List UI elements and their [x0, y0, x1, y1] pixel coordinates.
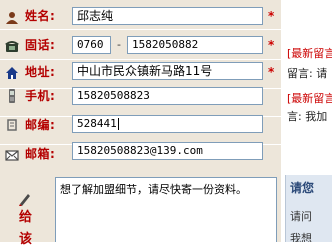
text-caret — [117, 118, 119, 130]
pen-icon — [18, 191, 32, 206]
name-input[interactable]: 邱志纯 — [72, 7, 263, 25]
postcode-value: 528441 — [77, 117, 117, 130]
telephone-icon — [5, 38, 19, 52]
postcode-icon — [5, 117, 19, 131]
required-mark: * — [268, 9, 275, 23]
required-mark: * — [268, 65, 275, 79]
email-input[interactable]: 15820508823@139.com — [72, 142, 263, 160]
inquiry-box-title: 请您 — [290, 181, 315, 195]
latest-message-title[interactable]: [最新留言 — [287, 45, 332, 61]
phone-label: 固话: — [25, 38, 56, 52]
address-row: 地址: 中山市民众镇新马路11号 * — [0, 59, 281, 89]
postcode-label: 邮编: — [25, 118, 56, 132]
postcode-input[interactable]: 528441 — [72, 115, 263, 133]
contact-form: 姓名: 邱志纯 * 固话: 0760 - 1582050882 * 地址: 中山… — [0, 0, 281, 173]
inquiry-box: 请您 请问 我想 — [285, 175, 332, 242]
envelope-icon — [5, 147, 19, 161]
postcode-row: 邮编: 528441 — [0, 115, 281, 145]
mobile-input[interactable]: 15820508823 — [72, 87, 263, 105]
phone-row: 固话: 0760 - 1582050882 * — [0, 30, 281, 60]
message-label-line1: 给 — [19, 210, 33, 225]
email-label: 邮箱: — [25, 147, 56, 161]
message-section: 给 该 想了解加盟细节，请尽快寄一份资料。 — [0, 173, 281, 247]
address-input[interactable]: 中山市民众镇新马路11号 — [72, 62, 263, 80]
latest-messages-panel: [最新留言 留言: 请 [最新留言 言: 我加 请您 请问 我想 — [283, 0, 332, 242]
message-textarea[interactable]: 想了解加盟细节，请尽快寄一份资料。 — [55, 177, 277, 242]
latest-message-text[interactable]: 留言: 请 — [287, 65, 327, 81]
required-mark: * — [268, 38, 275, 52]
inquiry-line[interactable]: 我想 — [290, 230, 312, 242]
area-code-input[interactable]: 0760 — [72, 36, 111, 54]
name-row: 姓名: 邱志纯 * — [0, 0, 281, 30]
message-label-line2: 该 — [19, 232, 33, 247]
latest-message-title[interactable]: [最新留言 — [287, 90, 332, 106]
email-row: 邮箱: 15820508823@139.com — [0, 142, 281, 171]
phone-separator: - — [117, 38, 121, 51]
mobile-label: 手机: — [25, 89, 56, 103]
phone-number-input[interactable]: 1582050882 — [127, 36, 263, 54]
name-label: 姓名: — [25, 9, 56, 23]
address-label: 地址: — [25, 65, 56, 79]
mobile-row: 手机: 15820508823 — [0, 87, 281, 117]
message-label: 给 该 — [19, 207, 32, 251]
latest-message-text[interactable]: 言: 我加 — [287, 108, 327, 124]
mobile-phone-icon — [5, 88, 19, 103]
user-icon — [5, 9, 19, 24]
inquiry-line[interactable]: 请问 — [290, 208, 312, 224]
house-icon — [5, 65, 19, 79]
